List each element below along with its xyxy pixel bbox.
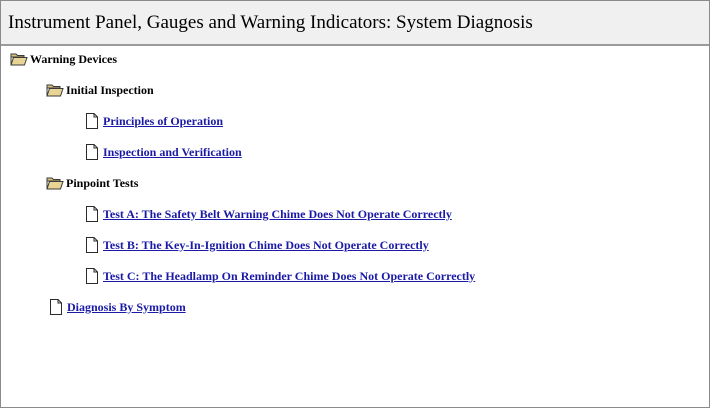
link-inspection-and-verification[interactable]: Inspection and Verification	[103, 145, 242, 160]
document-icon	[83, 206, 101, 222]
tree-node-label: Initial Inspection	[66, 82, 154, 97]
open-folder-icon	[46, 175, 64, 191]
link-principles-of-operation[interactable]: Principles of Operation	[103, 114, 223, 129]
tree-leaf-inspection-and-verification: Inspection and Verification	[83, 142, 242, 162]
tree-leaf-test-c: Test C: The Headlamp On Reminder Chime D…	[83, 266, 475, 286]
tree-leaf-diagnosis-by-symptom: Diagnosis By Symptom	[47, 297, 186, 317]
link-diagnosis-by-symptom[interactable]: Diagnosis By Symptom	[67, 300, 186, 315]
title-bar: Instrument Panel, Gauges and Warning Ind…	[1, 1, 709, 46]
open-folder-icon	[10, 51, 28, 67]
tree-node-label: Pinpoint Tests	[66, 175, 139, 190]
document-icon	[83, 113, 101, 129]
tree-leaf-test-b: Test B: The Key-In-Ignition Chime Does N…	[83, 235, 429, 255]
document-icon	[83, 144, 101, 160]
document-icon	[83, 268, 101, 284]
tree-node-initial-inspection[interactable]: Initial Inspection	[46, 80, 154, 100]
tree-leaf-test-a: Test A: The Safety Belt Warning Chime Do…	[83, 204, 452, 224]
tree-node-warning-devices[interactable]: Warning Devices	[10, 49, 117, 69]
tree-leaf-principles-of-operation: Principles of Operation	[83, 111, 223, 131]
page-title: Instrument Panel, Gauges and Warning Ind…	[8, 12, 533, 33]
link-test-a[interactable]: Test A: The Safety Belt Warning Chime Do…	[103, 207, 452, 222]
link-test-c[interactable]: Test C: The Headlamp On Reminder Chime D…	[103, 269, 475, 284]
open-folder-icon	[46, 82, 64, 98]
link-test-b[interactable]: Test B: The Key-In-Ignition Chime Does N…	[103, 238, 429, 253]
document-icon	[83, 237, 101, 253]
tree-node-pinpoint-tests[interactable]: Pinpoint Tests	[46, 173, 138, 193]
document-icon	[47, 299, 65, 315]
document-window: Instrument Panel, Gauges and Warning Ind…	[0, 0, 710, 408]
tree-node-label: Warning Devices	[30, 51, 117, 66]
